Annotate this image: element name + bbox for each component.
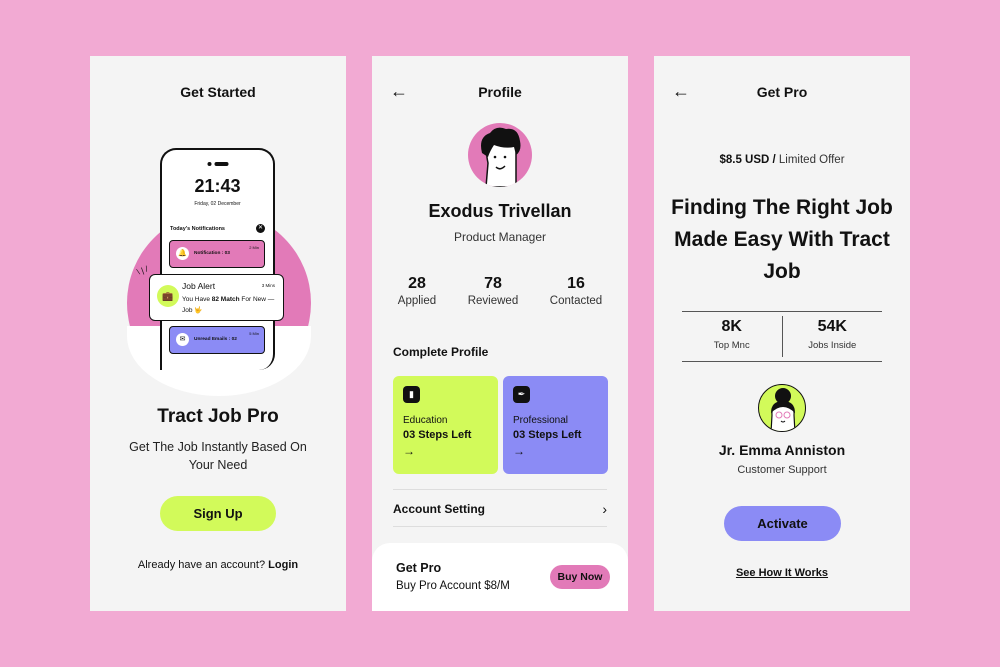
screen-title: Get Started <box>180 84 256 100</box>
email-label: Unread Emails : 02 <box>194 337 237 342</box>
stat-reviewed: 78 Reviewed <box>467 275 519 307</box>
avatar <box>758 384 806 432</box>
email-card[interactable]: ✉ Unread Emails : 02 5 Min <box>169 326 265 354</box>
card-name: Education <box>403 415 448 426</box>
card-name: Professional <box>513 415 569 426</box>
stat-applied: 28 Applied <box>397 275 437 307</box>
profile-name: Exodus Trivellan <box>428 201 572 221</box>
activate-button[interactable]: Activate <box>724 506 841 541</box>
chevron-right-icon: › <box>602 500 607 517</box>
login-link[interactable]: Login <box>268 559 298 571</box>
profile-stats: 28 Applied 78 Reviewed 16 Contacted <box>382 275 618 307</box>
bell-icon: 🔔 <box>176 247 189 260</box>
headline: Finding The Right Job Made Easy With Tra… <box>671 196 893 283</box>
alert-message: You Have 82 Match For New — Job 🤟 <box>182 296 275 314</box>
phone-clock: 21:43 <box>194 176 241 196</box>
close-icon[interactable]: ✕ <box>256 224 265 233</box>
section-title: Complete Profile <box>393 345 489 359</box>
arrow-right-icon: → <box>403 444 415 458</box>
job-alert-card[interactable]: 💼 Job Alert 3 Mins You Have 82 Match For… <box>149 274 284 321</box>
agent-role: Customer Support <box>737 464 827 476</box>
account-setting-row[interactable]: Account Setting › <box>393 490 607 527</box>
screen-title: Get Pro <box>756 84 808 100</box>
briefcase-icon: 💼 <box>157 285 179 307</box>
alert-time: 3 Mins <box>261 283 275 288</box>
stat-top-mnc: 8K Top Mnc <box>713 318 750 351</box>
education-card[interactable]: ▮ Education 03 Steps Left → <box>393 376 498 474</box>
divider <box>393 526 607 527</box>
login-prompt: Already have an account? Login <box>137 559 299 571</box>
avatar <box>468 123 532 187</box>
card-steps: 03 Steps Left <box>403 429 472 441</box>
get-pro-subtitle: Buy Pro Account $8/M <box>396 580 510 592</box>
screen-title: Profile <box>478 84 522 100</box>
notification-label: Notification : 03 <box>194 251 230 256</box>
professional-card[interactable]: ✒ Professional 03 Steps Left → <box>503 376 608 474</box>
get-pro-title: Get Pro <box>396 561 442 575</box>
sign-up-button[interactable]: Sign Up <box>160 496 276 531</box>
get-started-screen: Get Started 21:43 Friday, 02 December To… <box>90 56 346 611</box>
profile-role: Product Manager <box>453 230 547 244</box>
book-icon: ▮ <box>403 386 420 403</box>
app-subtitle: Get The Job Instantly Based On Your Need <box>129 440 307 472</box>
account-setting-label: Account Setting <box>393 501 485 516</box>
get-pro-card: Get Pro Buy Pro Account $8/M Buy Now <box>372 543 628 611</box>
alert-title: Job Alert <box>182 281 216 291</box>
stat-jobs-inside: 54K Jobs Inside <box>781 316 883 357</box>
notifications-title: Today's Notifications <box>170 226 225 232</box>
card-steps: 03 Steps Left <box>513 429 582 441</box>
profile-screen: ← Profile Exodus Trivellan Product Manag… <box>372 56 628 611</box>
mail-icon: ✉ <box>176 333 189 346</box>
notification-time: 2 Min <box>249 245 259 250</box>
stat-contacted: 16 Contacted <box>549 275 603 307</box>
notification-card[interactable]: 🔔 Notification : 03 2 Min <box>169 240 265 268</box>
pro-stats: 8K Top Mnc 54K Jobs Inside <box>682 311 882 362</box>
see-how-it-works-link[interactable]: See How It Works <box>654 567 910 579</box>
pen-nib-icon: ✒ <box>513 386 530 403</box>
buy-now-button[interactable]: Buy Now <box>550 565 610 589</box>
get-pro-screen: ← Get Pro $8.5 USD / Limited Offer Findi… <box>654 56 910 611</box>
price-label: $8.5 USD / Limited Offer <box>719 154 845 166</box>
app-title: Tract Job Pro <box>157 406 279 427</box>
phone-notch <box>207 162 228 166</box>
agent-name: Jr. Emma Anniston <box>718 442 846 458</box>
phone-date: Friday, 02 December <box>194 201 241 207</box>
arrow-right-icon: → <box>513 444 525 458</box>
email-time: 5 Min <box>249 331 259 336</box>
